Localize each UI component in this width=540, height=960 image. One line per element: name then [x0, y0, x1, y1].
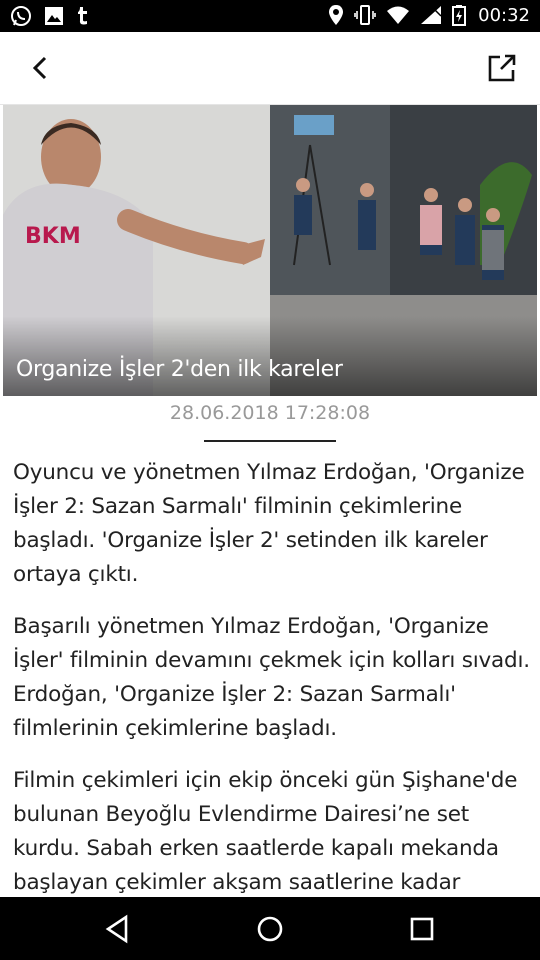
vibrate-icon — [354, 5, 376, 25]
gallery-icon — [45, 7, 63, 25]
clock: 00:32 — [478, 4, 530, 26]
system-status-icons: 00:32 — [328, 4, 530, 26]
signal-icon — [421, 6, 442, 24]
open-external-icon — [488, 54, 516, 82]
chevron-left-icon — [32, 56, 47, 80]
android-navigation-bar — [0, 897, 540, 960]
nav-back-button[interactable] — [102, 913, 134, 945]
tumblr-icon — [78, 7, 87, 25]
article-date: 28.06.2018 17:28:08 — [169, 402, 371, 424]
share-button[interactable] — [486, 52, 518, 84]
circle-home-icon — [257, 916, 283, 942]
status-bar: 00:32 — [0, 0, 540, 32]
hero-image[interactable]: BKM Organize İşler 2'den ilk kareler — [3, 105, 537, 396]
article-body: Oyuncu ve yönetmen Yılmaz Erdoğan, 'Orga… — [13, 456, 533, 918]
location-icon — [329, 5, 344, 25]
square-recents-icon — [410, 917, 434, 941]
notification-icons — [10, 5, 90, 27]
whatsapp-icon — [11, 6, 31, 26]
article-paragraph: Oyuncu ve yönetmen Yılmaz Erdoğan, 'Orga… — [13, 460, 525, 587]
nav-recents-button[interactable] — [406, 913, 438, 945]
battery-icon — [452, 5, 467, 26]
nav-home-button[interactable] — [254, 913, 286, 945]
date-divider — [204, 440, 336, 442]
wifi-icon — [387, 6, 410, 24]
triangle-back-icon — [105, 914, 128, 944]
article-paragraph: Filmin çekimleri için ekip önceki gün Şi… — [13, 768, 518, 895]
hero-caption: Organize İşler 2'den ilk kareler — [16, 357, 343, 382]
article-paragraph: Başarılı yönetmen Yılmaz Erdoğan, 'Organ… — [13, 614, 530, 741]
hero-caption-overlay — [3, 316, 537, 396]
svg-text:BKM: BKM — [25, 224, 81, 249]
top-toolbar — [0, 32, 540, 105]
back-button[interactable] — [24, 52, 56, 84]
